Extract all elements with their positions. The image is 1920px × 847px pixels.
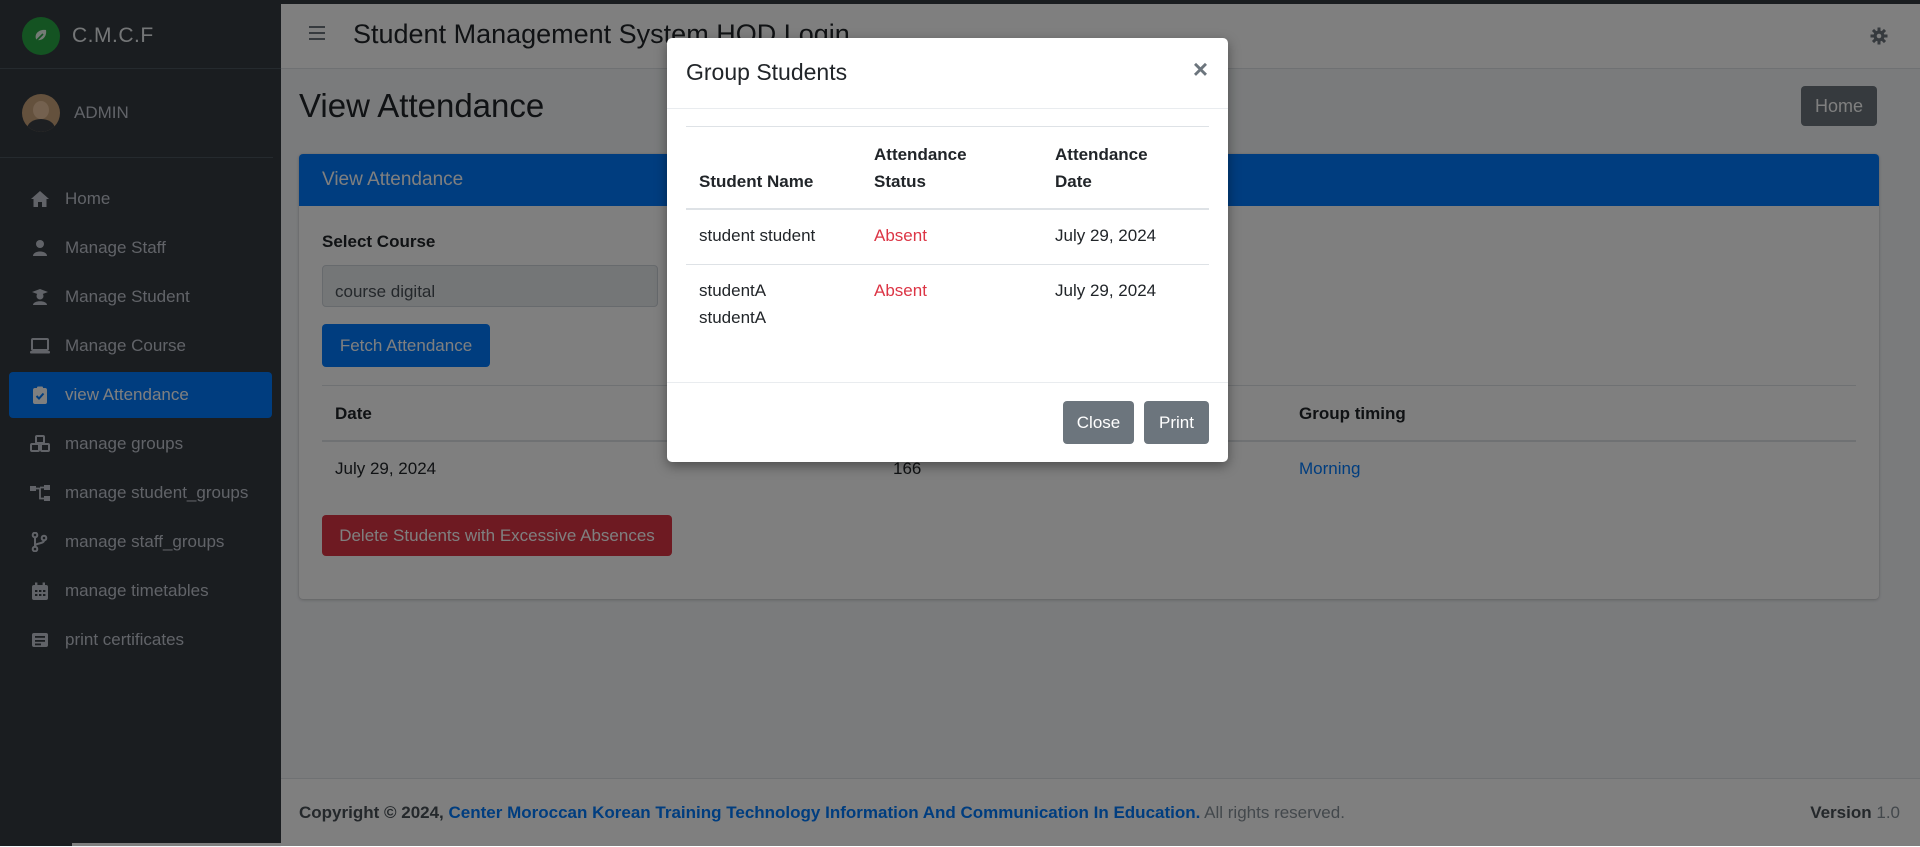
attendance-date-cell: July 29, 2024 <box>1055 226 1157 245</box>
student-name-cell: student student <box>699 226 816 245</box>
group-students-modal: Group Students × Student Name Attendance… <box>667 38 1228 462</box>
table-divider <box>686 126 1209 127</box>
column-header-attendance-status: Attendance Status <box>874 145 967 191</box>
print-button[interactable]: Print <box>1144 401 1209 444</box>
modal-footer-divider <box>667 382 1228 383</box>
close-button[interactable]: Close <box>1063 401 1134 444</box>
student-name-cell: studentA studentA <box>699 281 767 327</box>
attendance-status-cell: Absent <box>874 281 927 300</box>
attendance-date-cell: July 29, 2024 <box>1055 281 1157 300</box>
attendance-status-cell: Absent <box>874 226 927 245</box>
modal-header-divider <box>667 108 1228 109</box>
table-divider <box>686 264 1209 265</box>
table-divider <box>686 208 1209 210</box>
close-icon[interactable]: × <box>1193 56 1208 82</box>
modal-title: Group Students <box>686 59 848 85</box>
column-header-attendance-date: Attendance Date <box>1055 145 1148 191</box>
column-header-student-name: Student Name <box>699 172 814 191</box>
